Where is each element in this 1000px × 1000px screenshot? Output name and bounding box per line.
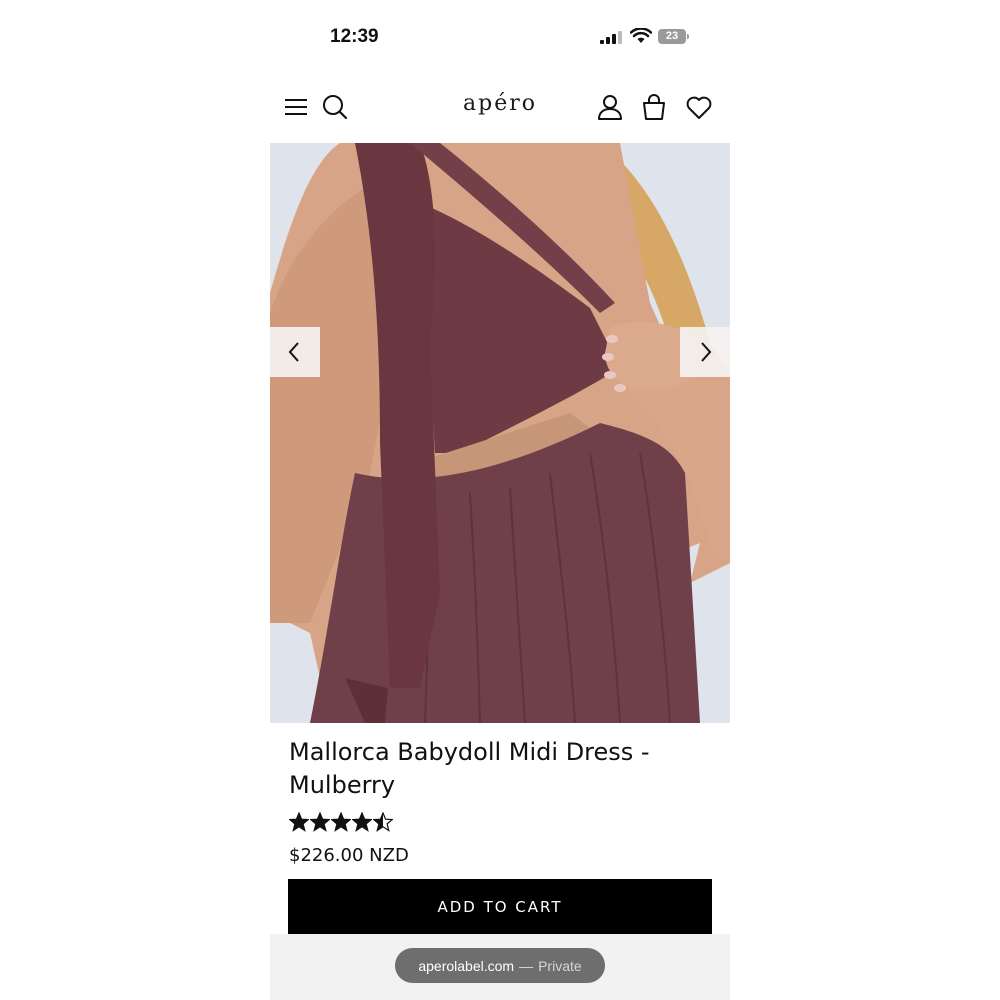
star-full-icon [352,812,372,832]
address-bar[interactable]: aperolabel.com — Private [395,948,605,983]
star-full-icon [310,812,330,832]
gallery-prev-button[interactable] [270,327,320,377]
shopping-bag-icon[interactable] [639,92,669,122]
product-price: $226.00 NZD [289,845,409,866]
private-mode-label: Private [538,957,582,974]
product-title: Mallorca Babydoll Midi Dress - Mulberry [289,738,650,799]
url-text: aperolabel.com [418,957,515,974]
battery-tip [687,34,689,39]
chevron-left-icon [288,342,299,362]
url-separator: — [519,957,534,974]
browser-bottom-bar: aperolabel.com — Private [270,934,730,1000]
add-to-cart-button[interactable]: ADD TO CART [288,879,712,934]
wifi-icon [630,28,652,43]
product-rating[interactable] [289,812,393,838]
wishlist-heart-icon[interactable] [684,92,714,122]
product-image-gallery[interactable] [270,143,730,723]
chevron-right-icon [701,342,712,362]
status-time: 12:39 [330,26,379,47]
star-full-icon [289,812,309,832]
status-bar: 12:39 23 [270,0,730,70]
star-full-icon [331,812,351,832]
battery-level: 23 [658,29,686,44]
gallery-next-button[interactable] [680,327,730,377]
star-half-icon [373,812,393,832]
product-photo [270,143,730,723]
site-header: apéro [270,78,730,138]
account-icon[interactable] [595,92,625,122]
cellular-signal-icon [600,31,622,44]
phone-screen: 12:39 23 apéro Mallorca Babydoll Midi Dr… [270,0,730,1000]
